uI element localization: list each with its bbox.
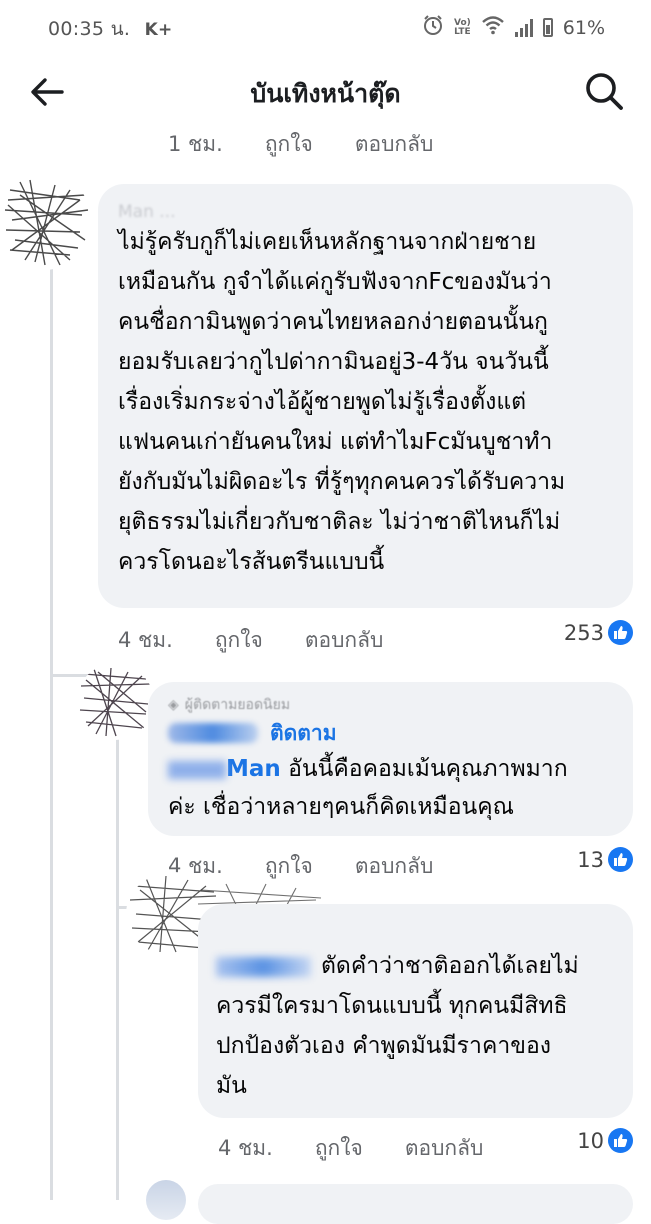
previous-comment-meta: 1 ชม. ถูกใจ ตอบกลับ <box>168 128 475 161</box>
reaction-number: 13 <box>577 847 604 872</box>
status-time: 00:35 น. K+ <box>48 18 173 40</box>
reaction-count[interactable]: 253 <box>564 620 633 645</box>
comment-time: 1 ชม. <box>168 132 223 156</box>
comment-author[interactable]: Man ... <box>118 202 611 222</box>
battery-icon <box>542 18 553 37</box>
alarm-icon <box>422 14 444 41</box>
avatar[interactable] <box>0 170 90 270</box>
status-bar: 00:35 น. K+ Vo) LTE 61% <box>0 0 651 56</box>
search-icon[interactable] <box>583 70 625 112</box>
comment-meta: 4 ชม. ถูกใจ ตอบกลับ <box>118 624 425 657</box>
avatar[interactable] <box>146 1180 186 1220</box>
page-title: บันเทิงหน้าตุ๊ด <box>250 79 401 108</box>
reply-link[interactable]: ตอบกลับ <box>305 624 384 657</box>
reaction-number: 253 <box>563 620 604 645</box>
reaction-number: 10 <box>577 1128 604 1153</box>
mention-link[interactable]: Man <box>226 756 281 782</box>
reply-bubble[interactable] <box>198 1184 633 1224</box>
reply-bubble[interactable]: ตัดคำว่าชาติออกได้เลยไม่ ควรมีใครมาโดนแบ… <box>198 904 633 1118</box>
like-icon <box>608 847 633 872</box>
reply-text: ตัดคำว่าชาติออกได้เลยไม่ ควรมีใครมาโดนแบ… <box>216 953 579 1099</box>
reply-link[interactable]: ตอบกลับ <box>355 128 434 161</box>
like-link[interactable]: ถูกใจ <box>215 624 263 657</box>
follow-link[interactable]: ติดตาม <box>270 717 337 750</box>
like-link[interactable]: ถูกใจ <box>265 850 313 883</box>
reply-text: Man อันนี้คือคอมเม้นคุณภาพมาก ค่ะ เชื่อว… <box>168 756 568 820</box>
comment-author[interactable] <box>216 956 311 977</box>
comment-bubble[interactable]: Man ... ไม่รู้ครับกูก็ไม่เคยเห็นหลักฐานจ… <box>98 184 633 608</box>
reply-link[interactable]: ตอบกลับ <box>355 850 434 883</box>
app-header: บันเทิงหน้าตุ๊ด <box>0 56 651 126</box>
reply-meta: 4 ชม. ถูกใจ ตอบกลับ <box>168 850 475 883</box>
carrier-label: K+ <box>144 20 173 40</box>
wifi-icon <box>481 15 505 40</box>
comment-time: 4 ชม. <box>218 1136 273 1160</box>
reply-author-row: ติดตาม <box>168 716 613 750</box>
reaction-count[interactable]: 13 <box>577 847 633 872</box>
like-link[interactable]: ถูกใจ <box>315 1132 363 1165</box>
badge-icon: ◈ <box>168 697 179 713</box>
signal-icon <box>514 18 533 37</box>
volte-icon: Vo) LTE <box>453 17 471 37</box>
like-icon <box>608 1128 633 1153</box>
top-fan-badge: ◈ ผู้ติดตามยอดนิยม <box>168 697 291 713</box>
reply-meta: 4 ชม. ถูกใจ ตอบกลับ <box>218 1132 525 1165</box>
thread-elbow-1 <box>50 674 90 677</box>
avatar[interactable] <box>76 664 154 740</box>
reply-bubble[interactable]: ◈ ผู้ติดตามยอดนิยม ติดตาม Man อันนี้คือค… <box>148 682 633 836</box>
comment-time: 4 ชม. <box>118 628 173 652</box>
battery-percent: 61% <box>562 16 605 39</box>
like-link[interactable]: ถูกใจ <box>265 128 313 161</box>
comment-author[interactable] <box>168 723 258 743</box>
mention-blur <box>168 760 226 779</box>
like-icon <box>608 620 633 645</box>
thread-line-main <box>50 268 53 1200</box>
comment-text: ไม่รู้ครับกูก็ไม่เคยเห็นหลักฐานจากฝ่ายชา… <box>118 229 566 575</box>
reaction-count[interactable]: 10 <box>577 1128 633 1153</box>
reply-link[interactable]: ตอบกลับ <box>405 1132 484 1165</box>
status-icons: Vo) LTE 61% <box>422 14 605 41</box>
thread-line-reply <box>116 722 119 1200</box>
